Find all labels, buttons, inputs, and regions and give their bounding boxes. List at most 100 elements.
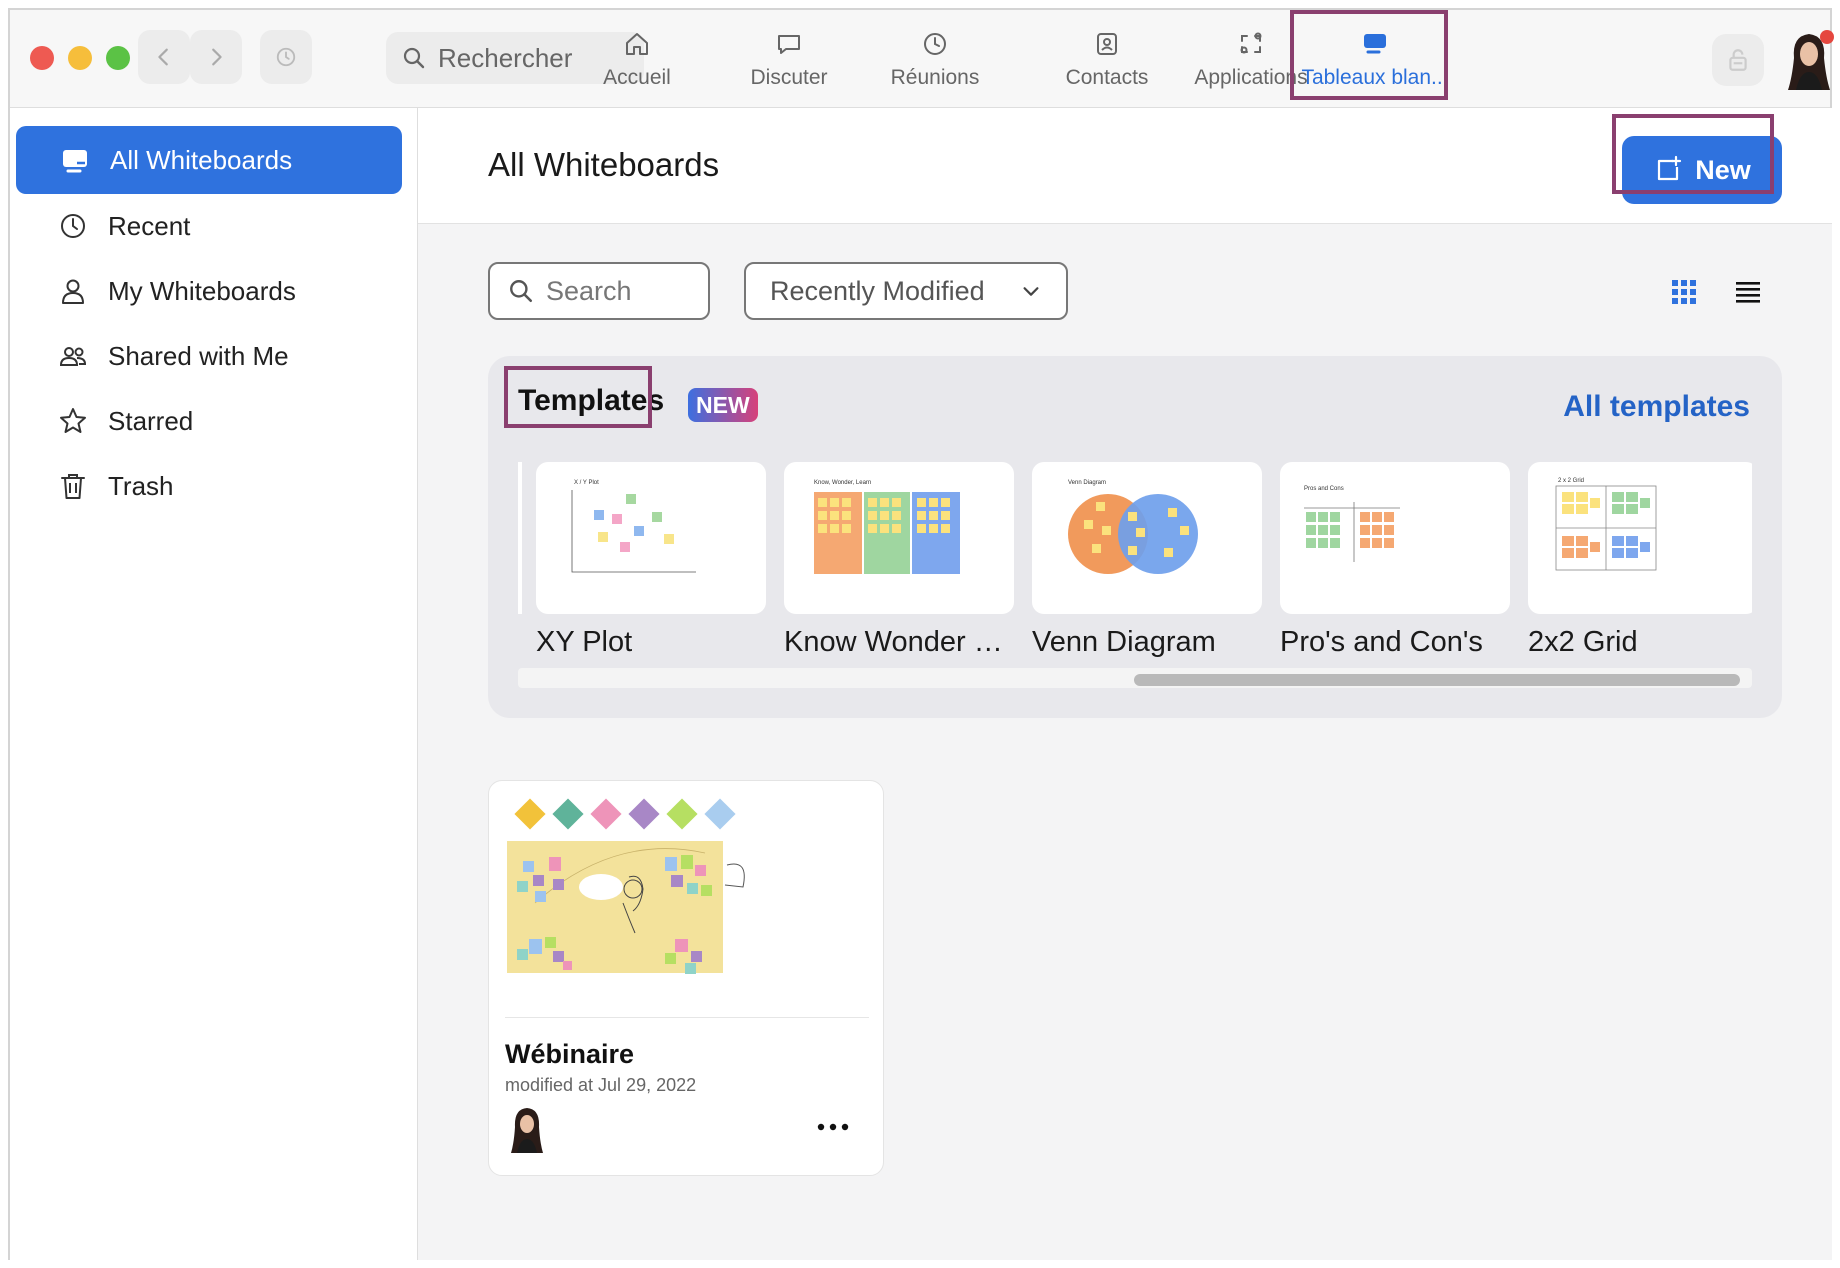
whiteboard-card[interactable]: Wébinaire modified at Jul 29, 2022 [488, 780, 884, 1176]
whiteboard-icon [1364, 34, 1386, 54]
notification-dot [1820, 30, 1834, 44]
templates-scrollbar-thumb[interactable] [1134, 674, 1740, 686]
sidebar-item-label: Starred [108, 405, 194, 436]
title-bar: Rechercher Accueil Discuter Réunions Con… [10, 10, 1834, 108]
person-icon [62, 279, 84, 304]
templates-title: Templates [518, 384, 665, 417]
app-window: Rechercher Accueil Discuter Réunions Con… [8, 8, 1834, 1260]
history-icon [276, 47, 296, 67]
templates-scrollbar[interactable] [518, 668, 1752, 688]
close-window-button[interactable] [30, 46, 54, 70]
chevron-right-icon [212, 48, 222, 66]
maximize-window-button[interactable] [106, 46, 130, 70]
template-name: Pro's and Con's [1280, 626, 1483, 658]
tab-label: Discuter [750, 66, 828, 89]
sidebar-item-recent[interactable]: Recent [16, 192, 402, 260]
trash-icon [61, 474, 85, 499]
search-icon [510, 280, 533, 303]
chat-icon [778, 35, 800, 54]
sidebar-item-trash[interactable]: Trash [16, 452, 402, 520]
template-card-edge [518, 462, 522, 614]
chevron-left-icon [158, 48, 168, 66]
template-thumb-title: Venn Diagram [1068, 480, 1106, 486]
sort-value: Recently Modified [770, 275, 985, 306]
template-card-xy-plot[interactable]: X / Y Plot XY Plot [536, 462, 766, 659]
whiteboard-icon [63, 150, 87, 173]
lock-icon [1729, 49, 1747, 71]
secure-button[interactable] [1712, 34, 1764, 86]
sidebar-item-label: My Whiteboards [108, 275, 296, 306]
template-thumb-title: Pros and Cons [1304, 486, 1344, 492]
history-button[interactable] [260, 30, 312, 84]
global-search-placeholder: Rechercher [438, 42, 573, 73]
template-card-venn-diagram[interactable]: Venn Diagram Venn Diagram [1032, 462, 1262, 659]
more-options-icon[interactable] [813, 1117, 853, 1137]
forward-button[interactable] [190, 30, 242, 84]
sidebar: All Whiteboards Recent My Whiteboards Sh… [10, 108, 418, 1260]
tab-label: Applications [1194, 66, 1308, 89]
whiteboard-name: Wébinaire [505, 1039, 635, 1069]
tab-contacts[interactable]: Contacts [1032, 28, 1182, 104]
sidebar-item-label: Trash [108, 470, 174, 501]
new-button-label: New [1695, 154, 1751, 185]
template-card-pros-and-cons[interactable]: Pros and Cons Pro's and Con's [1280, 462, 1510, 659]
templates-panel: Templates NEW All templates X / Y Plot X… [488, 356, 1782, 718]
contact-icon [1097, 33, 1117, 55]
tab-label: Accueil [603, 66, 671, 89]
tab-reunions[interactable]: Réunions [860, 28, 1010, 104]
card-divider [505, 1017, 869, 1018]
whiteboard-thumbnail [507, 798, 745, 974]
sidebar-item-label: Shared with Me [108, 340, 289, 371]
template-thumbnail: Know, Wonder, Learn [784, 462, 1014, 614]
templates-carousel: X / Y Plot XY Plot Know, Wonder, Learn K… [518, 462, 1752, 686]
tab-label: Contacts [1065, 66, 1149, 89]
whiteboard-search-input[interactable]: Search [488, 262, 710, 320]
main-content: All Whiteboards New Search Recently Modi… [418, 108, 1832, 1260]
people-icon [59, 347, 87, 366]
venn-diagram-thumbnail: Venn Diagram [1068, 480, 1198, 574]
sidebar-item-my-whiteboards[interactable]: My Whiteboards [16, 257, 402, 325]
tab-label: Tableaux blan... [1301, 66, 1449, 89]
tab-accueil[interactable]: Accueil [562, 28, 712, 104]
tab-label: Réunions [890, 66, 980, 89]
chevron-down-icon [1023, 287, 1039, 296]
diamond-row [514, 798, 736, 830]
tab-tableaux-blancs[interactable]: Tableaux blan... [1294, 28, 1456, 104]
new-board-icon [1658, 155, 1682, 181]
main-header: All Whiteboards New [418, 108, 1832, 224]
back-button[interactable] [138, 30, 190, 84]
apps-icon [1240, 32, 1262, 54]
sort-dropdown[interactable]: Recently Modified [744, 262, 1068, 320]
tab-discuter[interactable]: Discuter [714, 28, 864, 104]
know-wonder-learn-thumbnail: Know, Wonder, Learn [814, 480, 960, 574]
list-view-icon[interactable] [1734, 278, 1762, 306]
star-icon [60, 408, 86, 433]
template-name: XY Plot [536, 626, 633, 658]
grid-2x2-thumbnail: 2 x 2 Grid [1555, 478, 1657, 571]
sidebar-item-all-whiteboards[interactable]: All Whiteboards [16, 126, 402, 194]
new-badge: NEW [688, 388, 758, 422]
template-thumb-title: 2 x 2 Grid [1558, 478, 1584, 484]
pros-and-cons-thumbnail: Pros and Cons [1304, 486, 1400, 562]
all-templates-link[interactable]: All templates [1563, 390, 1750, 424]
clock-icon [924, 33, 946, 55]
search-icon [403, 47, 425, 69]
owner-avatar [511, 1108, 543, 1153]
search-placeholder: Search [546, 275, 632, 306]
template-name: Venn Diagram [1032, 626, 1216, 658]
template-card-2x2-grid[interactable]: 2 x 2 Grid 2x2 Grid [1528, 462, 1752, 659]
template-card-know-wonder-learn[interactable]: Know, Wonder, Learn Know Wonder Le [784, 462, 1014, 659]
template-name: Know Wonder Learn [784, 626, 1014, 658]
grid-view-icon[interactable] [1670, 278, 1698, 306]
template-name: 2x2 Grid [1528, 626, 1638, 658]
new-whiteboard-button[interactable]: New [1622, 136, 1782, 204]
sidebar-item-starred[interactable]: Starred [16, 387, 402, 455]
page-title: All Whiteboards [488, 146, 720, 183]
sidebar-item-label: Recent [108, 210, 191, 241]
template-thumb-title: X / Y Plot [574, 480, 599, 486]
sidebar-item-shared-with-me[interactable]: Shared with Me [16, 322, 402, 390]
xy-plot-thumbnail: X / Y Plot [571, 480, 696, 573]
sidebar-item-label: All Whiteboards [110, 144, 293, 175]
template-thumbnail: 2 x 2 Grid [1528, 462, 1752, 614]
minimize-window-button[interactable] [68, 46, 92, 70]
